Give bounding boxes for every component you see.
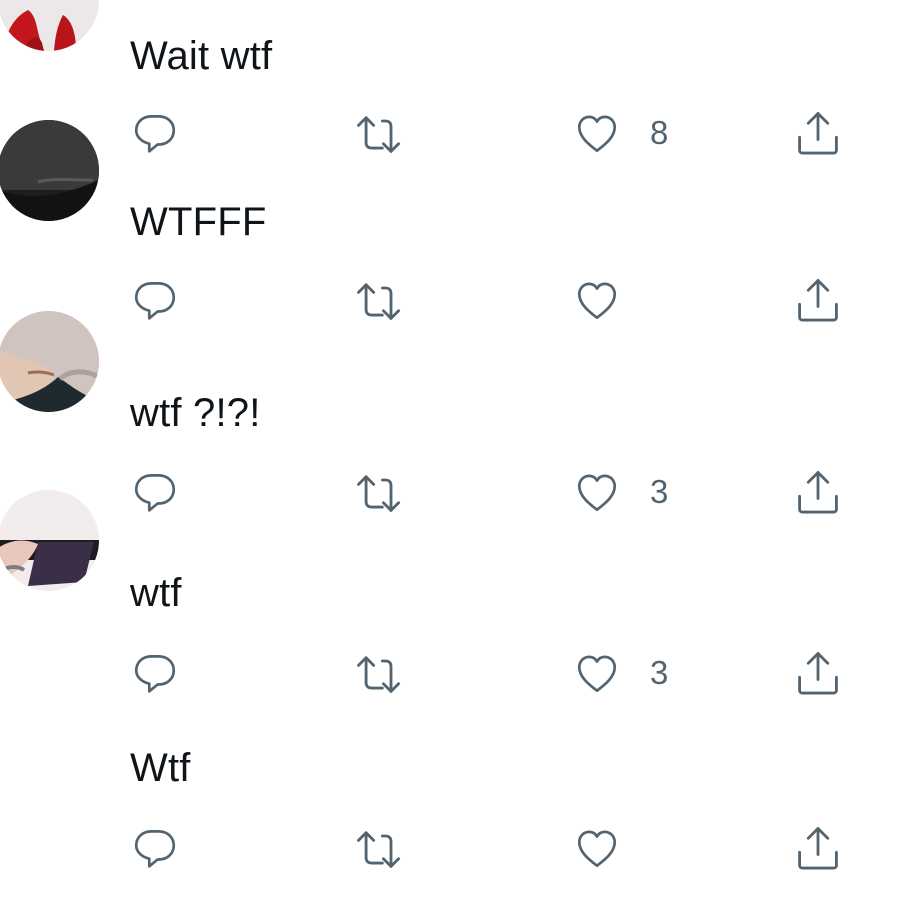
- reply-icon: [130, 466, 180, 516]
- like-icon: [572, 467, 622, 517]
- like-icon: [572, 108, 622, 158]
- like-count: 8: [650, 114, 669, 151]
- avatar[interactable]: [0, 490, 99, 591]
- retweet-button[interactable]: [352, 276, 404, 326]
- like-button[interactable]: 3: [572, 467, 668, 517]
- retweet-icon: [352, 467, 404, 519]
- share-button[interactable]: [792, 648, 844, 698]
- like-button[interactable]: 3: [572, 648, 668, 698]
- reply-text: Wait wtf: [130, 34, 273, 78]
- reply-text: wtf ?!?!: [130, 391, 261, 435]
- reply-button[interactable]: [130, 274, 180, 324]
- reply-text: wtf: [130, 571, 182, 615]
- retweet-button[interactable]: [352, 468, 404, 518]
- share-icon: [792, 107, 844, 159]
- retweet-button[interactable]: [352, 649, 404, 699]
- reply-icon: [130, 274, 180, 324]
- reply-icon: [130, 822, 180, 872]
- share-icon: [792, 466, 844, 518]
- like-count: 3: [650, 473, 669, 510]
- avatar[interactable]: [0, 0, 99, 51]
- like-button[interactable]: [572, 275, 650, 325]
- avatar-image: [0, 120, 99, 221]
- avatar-image: [4, 10, 76, 51]
- reply-text: Wtf: [130, 746, 191, 790]
- reply-icon: [130, 647, 180, 697]
- retweet-icon: [352, 108, 404, 160]
- avatar-image: [0, 311, 99, 412]
- like-icon: [572, 823, 622, 873]
- like-button[interactable]: 8: [572, 108, 668, 158]
- retweet-button[interactable]: [352, 109, 404, 159]
- retweet-button[interactable]: [352, 824, 404, 874]
- share-button[interactable]: [792, 275, 844, 325]
- avatar[interactable]: [0, 311, 99, 412]
- reply-text: WTFFF: [130, 200, 267, 244]
- reply-button[interactable]: [130, 107, 180, 157]
- like-count: 3: [650, 654, 669, 691]
- retweet-icon: [352, 648, 404, 700]
- reply-button[interactable]: [130, 822, 180, 872]
- share-button[interactable]: [792, 823, 844, 873]
- reply-button[interactable]: [130, 466, 180, 516]
- retweet-icon: [352, 823, 404, 875]
- reply-button[interactable]: [130, 647, 180, 697]
- like-icon: [572, 275, 622, 325]
- avatar-image: [0, 490, 99, 591]
- avatar[interactable]: [0, 120, 99, 221]
- share-icon: [792, 647, 844, 699]
- share-button[interactable]: [792, 467, 844, 517]
- retweet-icon: [352, 275, 404, 327]
- share-button[interactable]: [792, 108, 844, 158]
- reply-icon: [130, 107, 180, 157]
- like-icon: [572, 648, 622, 698]
- share-icon: [792, 822, 844, 874]
- share-icon: [792, 274, 844, 326]
- like-button[interactable]: [572, 823, 650, 873]
